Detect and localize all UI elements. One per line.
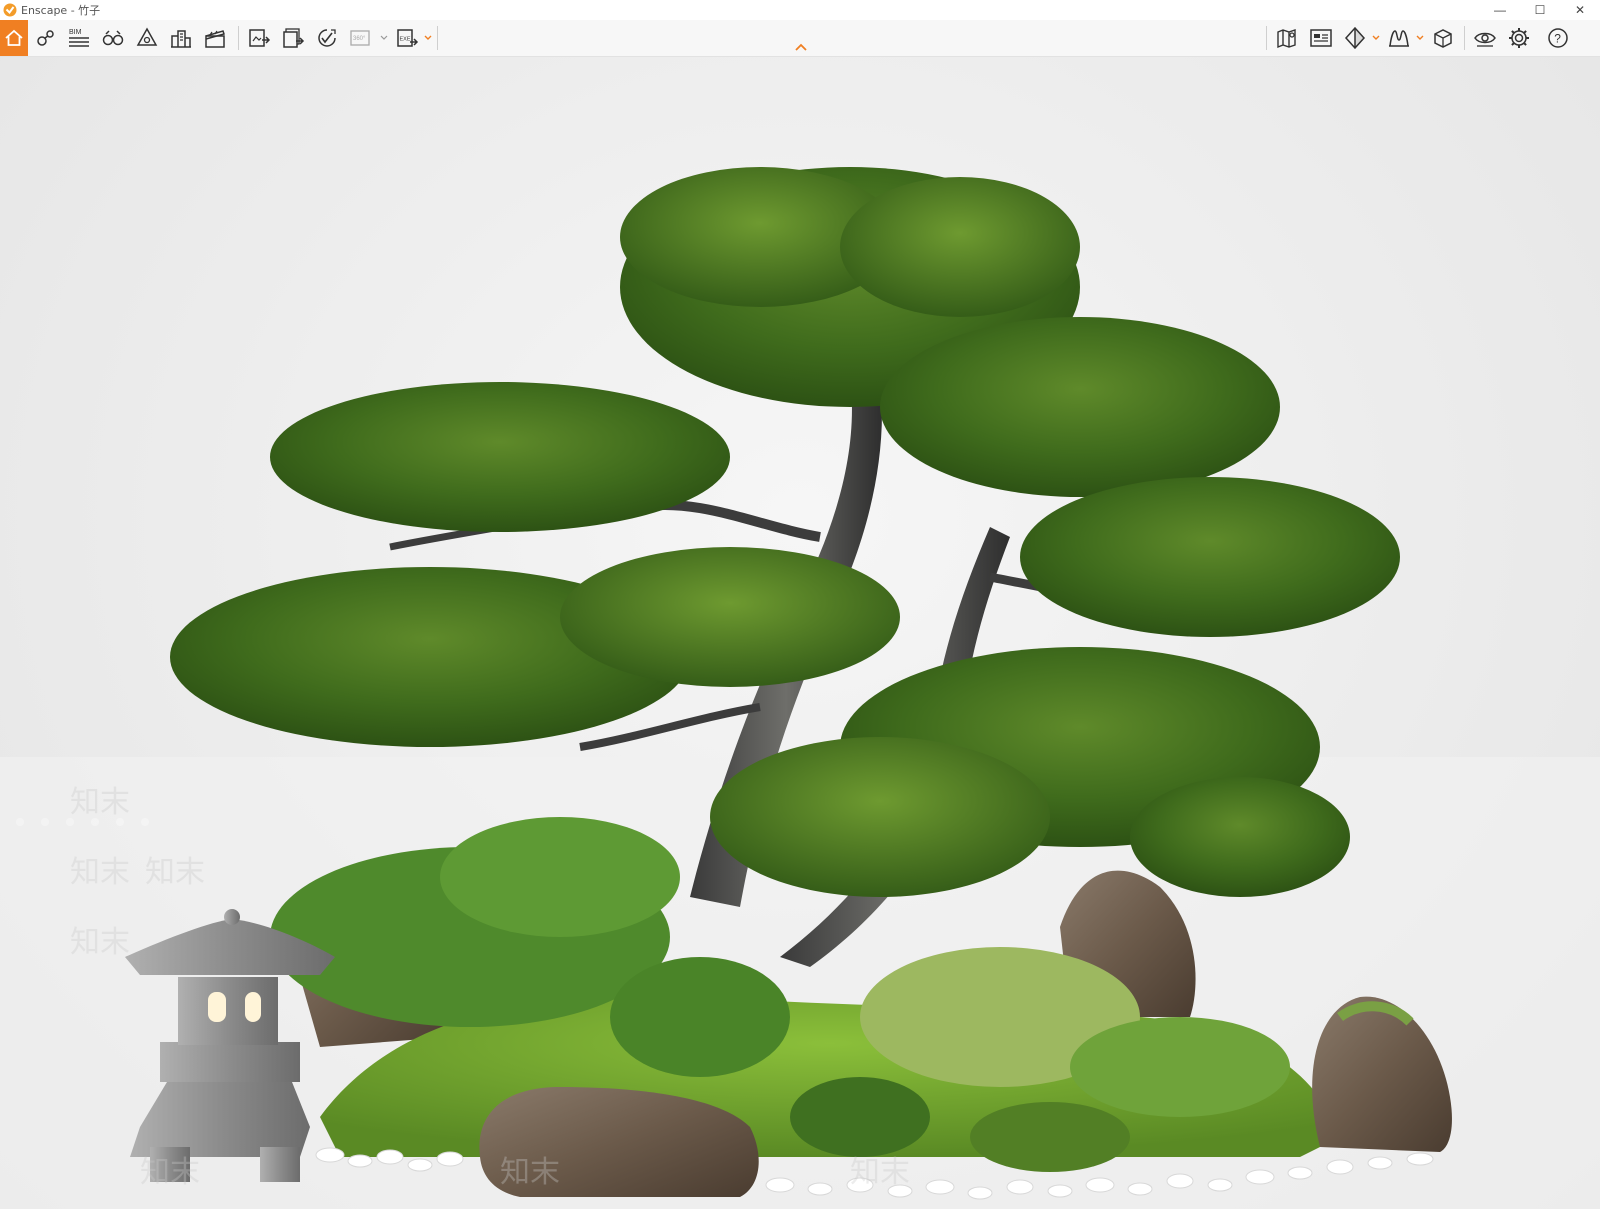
toolbar-separator <box>1266 26 1267 50</box>
bim-label: BIM <box>69 29 82 36</box>
chevron-down-icon[interactable] <box>1372 34 1380 42</box>
eye-visibility-icon <box>1474 32 1496 47</box>
window-view-button[interactable] <box>1308 26 1334 50</box>
maximize-button[interactable]: ☐ <box>1520 0 1560 20</box>
map-button[interactable] <box>1274 26 1300 50</box>
panorama-button[interactable] <box>314 26 340 50</box>
watermark: 知末 <box>70 785 130 820</box>
help-button[interactable]: ? <box>1546 26 1570 50</box>
watermark: 知末 <box>70 855 130 890</box>
toolbar-separator <box>1464 26 1465 50</box>
chevron-down-icon[interactable] <box>424 34 432 42</box>
atmosphere-button[interactable] <box>1386 26 1412 50</box>
close-button[interactable]: ✕ <box>1560 0 1600 20</box>
360-panorama-button[interactable]: 360° <box>348 26 374 50</box>
section-view-button[interactable] <box>1342 26 1368 50</box>
buildings-button[interactable] <box>168 26 194 50</box>
collapse-toolbar-icon[interactable] <box>794 42 808 52</box>
batch-export-button[interactable] <box>280 26 306 50</box>
watermark: 知末 <box>145 855 205 890</box>
section-view-icon <box>1344 26 1366 50</box>
toolbar-separator <box>238 26 239 50</box>
location-pin-button[interactable] <box>32 26 58 50</box>
watermark: 知末 <box>140 1155 200 1190</box>
asset-library-button[interactable] <box>1430 26 1456 50</box>
bim-list-icon: BIM <box>69 29 89 47</box>
home-icon <box>5 29 23 46</box>
title-bar: Enscape - 竹子 — ☐ ✕ <box>0 0 1600 20</box>
clapperboard-icon <box>205 30 225 48</box>
asset-library-icon <box>1434 29 1452 48</box>
chevron-down-icon[interactable] <box>380 34 388 42</box>
binoculars-button[interactable] <box>100 26 126 50</box>
binoculars-icon <box>102 30 124 46</box>
bim-button[interactable]: BIM <box>66 26 92 50</box>
perspective-icon <box>136 27 158 46</box>
exe-label: EXE <box>400 37 411 43</box>
window-controls: — ☐ ✕ <box>1480 0 1600 20</box>
window-view-icon <box>1310 29 1332 47</box>
pine-garden-scene <box>0 167 1600 1209</box>
video-editor-button[interactable] <box>202 26 228 50</box>
settings-button[interactable] <box>1506 26 1532 50</box>
buildings-icon <box>171 30 191 48</box>
exe-export-button[interactable]: EXE <box>394 26 420 50</box>
help-icon: ? <box>1548 28 1568 48</box>
visibility-button[interactable] <box>1472 26 1498 50</box>
screenshot-export-icon <box>249 29 271 47</box>
360-panorama-icon: 360° <box>350 30 370 46</box>
perspective-button[interactable] <box>134 26 160 50</box>
watermark: 知末 <box>500 1155 560 1190</box>
chevron-down-icon[interactable] <box>1416 34 1424 42</box>
toolbar-separator <box>437 26 438 50</box>
watermark: 知末 <box>70 925 130 960</box>
atmosphere-icon <box>1389 30 1409 47</box>
gear-icon <box>1509 28 1529 48</box>
window-title: Enscape - 竹子 <box>21 4 101 17</box>
main-toolbar: BIM 360° EXE ? <box>0 20 1600 57</box>
home-button[interactable] <box>0 20 28 56</box>
screenshot-export-button[interactable] <box>246 26 272 50</box>
help-label: ? <box>1554 32 1561 46</box>
exe-export-icon: EXE <box>397 29 419 47</box>
batch-export-icon <box>283 28 305 48</box>
watermark: 知末 <box>850 1155 910 1190</box>
enscape-logo-icon <box>3 3 17 17</box>
render-viewport[interactable]: 知末 知末 知末 知末 知末 知末 知末 <box>0 57 1600 1209</box>
map-icon <box>1277 29 1296 49</box>
360-label: 360° <box>353 36 366 42</box>
location-pin-icon <box>37 30 54 46</box>
minimize-button[interactable]: — <box>1480 0 1520 20</box>
panorama-icon <box>318 29 336 47</box>
